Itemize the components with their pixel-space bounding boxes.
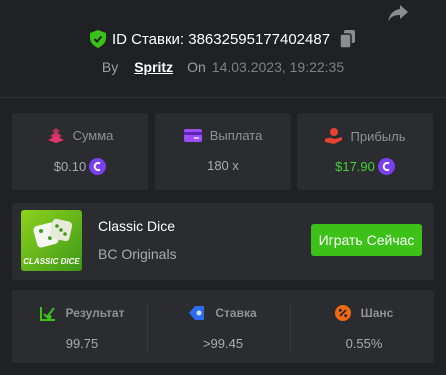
stat-card-amount: Сумма $0.10 <box>12 113 148 190</box>
result-check-icon <box>39 307 55 321</box>
column-divider <box>290 306 291 350</box>
chance-value: 0.55% <box>345 336 383 351</box>
copy-icon[interactable] <box>340 30 356 48</box>
game-card: CLASSIC DICE Classic Dice BC Originals И… <box>12 203 434 280</box>
result-value: 99.75 <box>65 336 99 351</box>
stat-value: $17.90 <box>335 159 375 174</box>
share-icon[interactable] <box>386 2 410 24</box>
stat-card-profit: Прибыль $17.90 <box>297 113 433 190</box>
by-label: By <box>101 59 119 75</box>
divider <box>0 97 446 98</box>
percent-icon <box>334 305 351 321</box>
user-link[interactable]: Spritz <box>134 59 173 75</box>
verified-shield-icon <box>89 30 106 48</box>
column-divider <box>147 306 148 350</box>
bet-date: 14.03.2023, 19:22:35 <box>211 59 345 75</box>
result-label: Результат <box>65 306 125 320</box>
bet-tag-icon <box>189 306 205 320</box>
game-provider: BC Originals <box>98 246 177 262</box>
result-column: Результат 99.75 <box>12 290 152 363</box>
stat-value: 180 x <box>207 158 239 173</box>
on-label: On <box>187 59 206 75</box>
stat-card-payout: Выплата 180 x <box>155 113 291 190</box>
bet-id-row: ID Ставки: 38632595177402487 <box>0 30 446 48</box>
bet-value: >99.45 <box>202 336 244 351</box>
author-row: By Spritz On 14.03.2023, 19:22:35 <box>0 59 446 75</box>
stat-value: $0.10 <box>53 159 87 174</box>
thumbnail-caption: CLASSIC DICE <box>23 257 80 266</box>
hand-coin-icon <box>324 128 342 144</box>
bet-column: Ставка >99.45 <box>153 290 293 363</box>
play-now-button[interactable]: Играть Сейчас <box>311 224 422 256</box>
payout-card-icon <box>183 129 202 142</box>
coin-icon <box>89 158 107 175</box>
bet-label: Ставка <box>215 306 257 320</box>
stat-label: Прибыль <box>350 128 406 144</box>
chance-label: Шанс <box>360 306 394 320</box>
stat-label: Сумма <box>72 128 114 143</box>
game-title[interactable]: Classic Dice <box>98 218 175 234</box>
coin-icon <box>377 158 395 175</box>
game-thumbnail[interactable]: CLASSIC DICE <box>21 210 82 271</box>
bet-id-text: ID Ставки: 38632595177402487 <box>111 30 331 48</box>
chance-column: Шанс 0.55% <box>294 290 434 363</box>
stat-label: Выплата <box>209 128 263 143</box>
result-card: Результат 99.75 Ставка >99.45 Шанс 0.55% <box>12 290 434 363</box>
stack-coins-icon <box>47 128 64 143</box>
